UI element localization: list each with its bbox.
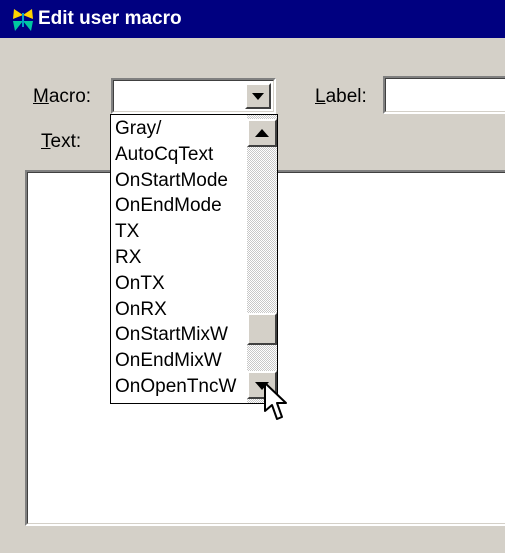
vertical-scrollbar[interactable] <box>247 115 277 403</box>
list-item[interactable]: OnTX <box>113 271 247 297</box>
list-item[interactable]: OnEndMixW <box>113 348 247 374</box>
label-label: Label: <box>315 86 367 108</box>
macro-list[interactable]: Gray/ AutoCqText OnStartMode OnEndMode T… <box>113 116 247 402</box>
window-title: Edit user macro <box>38 8 182 29</box>
list-item[interactable]: OnEndMode <box>113 193 247 219</box>
scrollbar-thumb[interactable] <box>247 313 277 345</box>
macro-dropdown-list[interactable]: Gray/ AutoCqText OnStartMode OnEndMode T… <box>110 114 278 404</box>
list-item[interactable]: AutoCqText <box>113 142 247 168</box>
butterfly-icon <box>13 9 33 31</box>
title-bar[interactable]: Edit user macro <box>0 0 505 38</box>
label-label-rest: abel: <box>325 86 367 107</box>
label-label-accel: L <box>315 86 326 107</box>
list-item[interactable]: Gray/ <box>113 116 247 142</box>
macro-label: Macro: <box>33 86 91 108</box>
scroll-up-button[interactable] <box>247 119 277 147</box>
chevron-down-icon <box>252 93 264 100</box>
list-item[interactable]: OnOpenTncW <box>113 374 247 400</box>
list-item[interactable]: TX <box>113 219 247 245</box>
list-item[interactable]: OnRX <box>113 297 247 323</box>
list-item[interactable]: OnStartMode <box>113 168 247 194</box>
macro-combobox[interactable] <box>111 78 276 114</box>
label-input-field[interactable] <box>385 78 505 112</box>
list-item[interactable]: OnStartMixW <box>113 322 247 348</box>
text-label-rest: ext: <box>50 131 82 152</box>
triangle-up-icon <box>255 129 269 137</box>
edit-user-macro-dialog: Edit user macro Macro: Label: Text: Gray… <box>0 0 505 553</box>
text-label: Text: <box>41 131 81 153</box>
mouse-pointer-icon <box>264 382 287 420</box>
macro-dropdown-button[interactable] <box>245 83 271 109</box>
list-item[interactable]: RX <box>113 245 247 271</box>
macro-label-accel: M <box>33 86 49 107</box>
label-input[interactable] <box>383 76 505 114</box>
text-label-accel: T <box>41 131 51 152</box>
macro-label-rest: acro: <box>48 86 92 107</box>
